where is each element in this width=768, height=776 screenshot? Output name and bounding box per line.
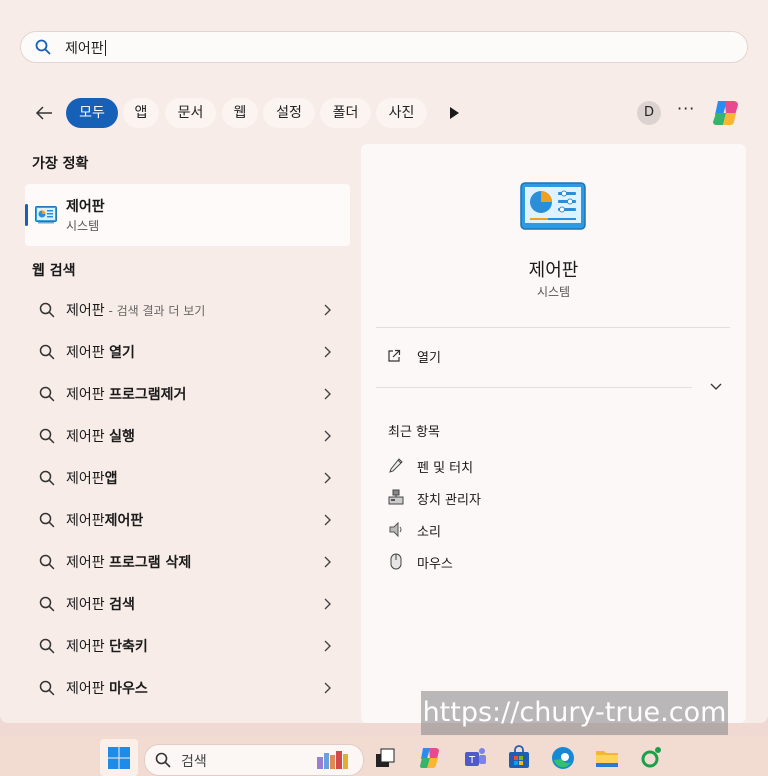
best-match-name: 제어판 bbox=[66, 199, 105, 215]
search-icon bbox=[39, 386, 55, 402]
taskbar: 검색 T bbox=[0, 736, 768, 776]
text-caret bbox=[104, 40, 106, 56]
web-search-text: 제어판 검색 bbox=[66, 597, 135, 613]
search-icon bbox=[39, 470, 55, 486]
more-options-button[interactable]: ··· bbox=[677, 99, 695, 118]
search-icon bbox=[39, 302, 55, 318]
speaker-icon bbox=[389, 521, 402, 538]
search-highlight-icon bbox=[317, 751, 348, 769]
search-icon bbox=[39, 680, 55, 696]
web-search-item[interactable]: 제어판 마우스 bbox=[25, 668, 350, 708]
divider bbox=[376, 387, 692, 388]
recent-heading: 최근 항목 bbox=[388, 425, 440, 440]
chevron-right-icon bbox=[324, 346, 331, 358]
watermark-overlay: https://chury-true.com bbox=[421, 691, 728, 735]
device-manager-icon bbox=[388, 489, 404, 505]
search-icon bbox=[155, 752, 171, 768]
divider bbox=[376, 327, 730, 328]
back-arrow-icon[interactable] bbox=[32, 101, 56, 125]
web-search-text: 제어판 열기 bbox=[66, 345, 135, 361]
web-search-item[interactable]: 제어판 열기 bbox=[25, 332, 350, 372]
control-panel-large-icon bbox=[520, 182, 586, 230]
tab-documents[interactable]: 문서 bbox=[165, 98, 216, 128]
chevron-right-icon bbox=[324, 640, 331, 652]
web-search-item[interactable]: 제어판제어판 bbox=[25, 500, 350, 540]
web-search-text: 제어판 단축키 bbox=[66, 639, 148, 655]
chevron-right-icon bbox=[324, 430, 331, 442]
web-search-text: 제어판제어판 bbox=[66, 513, 144, 529]
detail-title: 제어판 bbox=[528, 260, 579, 281]
file-explorer-icon[interactable] bbox=[594, 745, 620, 771]
tab-photos[interactable]: 사진 bbox=[376, 98, 427, 128]
windows-logo-icon bbox=[108, 747, 130, 769]
web-search-heading: 웹 검색 bbox=[32, 263, 76, 279]
best-match-heading: 가장 정확 bbox=[32, 156, 89, 172]
store-icon[interactable] bbox=[506, 745, 532, 771]
chevron-right-icon bbox=[324, 514, 331, 526]
web-search-text: 제어판 마우스 bbox=[66, 681, 148, 697]
web-search-text: 제어판 프로그램 삭제 bbox=[66, 555, 192, 571]
web-search-item[interactable]: 제어판 프로그램제거 bbox=[25, 374, 350, 414]
chevron-down-icon[interactable] bbox=[709, 382, 723, 392]
chevron-right-icon bbox=[324, 472, 331, 484]
pen-icon bbox=[389, 458, 403, 473]
search-icon bbox=[39, 596, 55, 612]
tab-folders[interactable]: 폴더 bbox=[320, 98, 371, 128]
web-search-text: 제어판 프로그램제거 bbox=[66, 387, 187, 403]
svg-text:T: T bbox=[468, 755, 476, 766]
tab-all[interactable]: 모두 bbox=[66, 98, 118, 128]
app-icon[interactable] bbox=[638, 745, 664, 771]
web-search-item[interactable]: 제어판 단축키 bbox=[25, 626, 350, 666]
tab-apps[interactable]: 앱 bbox=[123, 98, 159, 128]
taskbar-search[interactable]: 검색 bbox=[144, 744, 364, 776]
detail-pane: 제어판 시스템 열기 최근 항목 펜 및 터치 장치 관리자 소리 마우스 bbox=[361, 144, 746, 723]
start-button[interactable] bbox=[100, 739, 138, 776]
best-match-type: 시스템 bbox=[66, 219, 100, 233]
web-search-item[interactable]: 제어판 - 검색 결과 더 보기 bbox=[25, 290, 350, 330]
tab-web[interactable]: 웹 bbox=[222, 98, 258, 128]
tab-settings[interactable]: 설정 bbox=[263, 98, 315, 128]
start-search-panel: 제어판 모두 앱 문서 웹 설정 폴더 사진 D ··· 가장 정확 제어판 시… bbox=[0, 0, 768, 723]
web-search-item[interactable]: 제어판 실행 bbox=[25, 416, 350, 456]
edge-icon[interactable] bbox=[550, 745, 576, 771]
web-search-item[interactable]: 제어판 검색 bbox=[25, 584, 350, 624]
search-icon bbox=[39, 638, 55, 654]
web-search-item[interactable]: 제어판 프로그램 삭제 bbox=[25, 542, 350, 582]
web-search-text: 제어판앱 bbox=[66, 471, 118, 487]
control-panel-icon bbox=[35, 206, 57, 224]
selection-indicator bbox=[25, 204, 28, 226]
chevron-right-icon bbox=[324, 682, 331, 694]
account-avatar[interactable]: D bbox=[637, 101, 661, 125]
search-icon bbox=[35, 39, 51, 55]
web-search-item[interactable]: 제어판앱 bbox=[25, 458, 350, 498]
search-icon bbox=[39, 344, 55, 360]
chevron-right-icon bbox=[324, 304, 331, 316]
copilot-icon[interactable] bbox=[417, 745, 443, 771]
chevron-right-icon bbox=[324, 556, 331, 568]
search-input[interactable]: 제어판 bbox=[65, 38, 106, 58]
chevron-right-icon bbox=[324, 598, 331, 610]
copilot-icon[interactable] bbox=[710, 97, 742, 129]
search-icon bbox=[39, 554, 55, 570]
web-search-text: 제어판 - 검색 결과 더 보기 bbox=[66, 303, 206, 319]
chevron-right-icon bbox=[324, 388, 331, 400]
open-external-icon bbox=[388, 349, 401, 362]
filter-bar: 모두 앱 문서 웹 설정 폴더 사진 D ··· bbox=[0, 97, 768, 129]
taskbar-search-placeholder: 검색 bbox=[181, 754, 207, 770]
search-icon bbox=[39, 512, 55, 528]
search-box[interactable]: 제어판 bbox=[20, 31, 748, 63]
search-icon bbox=[39, 428, 55, 444]
open-label: 열기 bbox=[417, 351, 441, 366]
detail-subtitle: 시스템 bbox=[536, 285, 571, 299]
more-tabs-play-icon[interactable] bbox=[446, 105, 462, 121]
best-match-result[interactable]: 제어판 시스템 bbox=[25, 184, 350, 246]
web-search-text: 제어판 실행 bbox=[66, 429, 135, 445]
teams-icon[interactable]: T bbox=[462, 745, 488, 771]
task-view-icon[interactable] bbox=[372, 745, 398, 771]
mouse-icon bbox=[390, 553, 402, 570]
